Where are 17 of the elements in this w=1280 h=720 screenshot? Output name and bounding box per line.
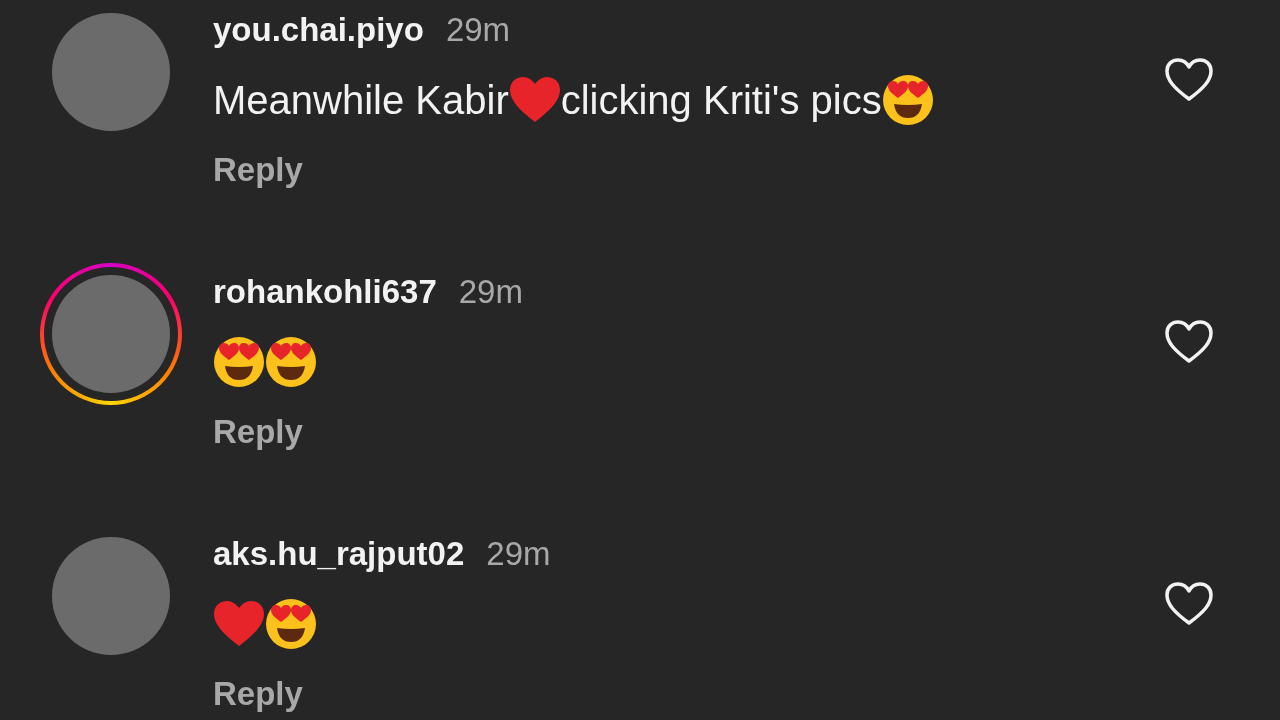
reply-button[interactable]: Reply (213, 140, 303, 200)
username[interactable]: you.chai.piyo (213, 11, 424, 49)
username[interactable]: rohankohli637 (213, 273, 437, 311)
heart-emoji-icon (508, 76, 561, 124)
heart-eyes-emoji-icon (265, 598, 317, 650)
comment-text: Meanwhile Kabir (213, 77, 509, 123)
timestamp: 29m (445, 11, 511, 49)
reply-button[interactable]: Reply (213, 664, 303, 720)
username[interactable]: aks.hu_rajput02 (213, 535, 465, 573)
heart-eyes-emoji-icon (881, 74, 934, 126)
timestamp: 29m (458, 273, 523, 311)
reply-button[interactable]: Reply (213, 402, 303, 462)
heart-eyes-emoji-icon (213, 336, 265, 388)
comment-text: clicking Kriti's pics (560, 77, 882, 123)
heart-emoji-icon (213, 600, 265, 648)
timestamp: 29m (486, 535, 551, 573)
heart-eyes-emoji-icon (265, 336, 317, 388)
